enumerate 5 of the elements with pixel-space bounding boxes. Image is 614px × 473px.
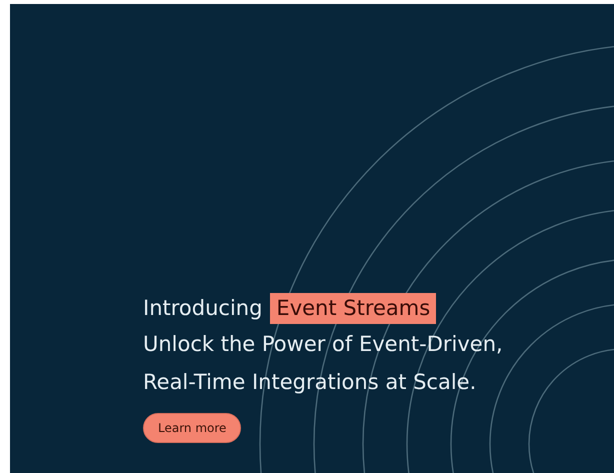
subtitle-line: Unlock the Power of Event-Driven,: [143, 331, 504, 358]
heading-text: Introducing: [143, 295, 262, 322]
subtitle-line: Real-Time Integrations at Scale.: [143, 369, 478, 396]
highlighted-heading-text: Event Streams: [270, 292, 436, 324]
learn-more-button[interactable]: Learn more: [143, 413, 242, 443]
